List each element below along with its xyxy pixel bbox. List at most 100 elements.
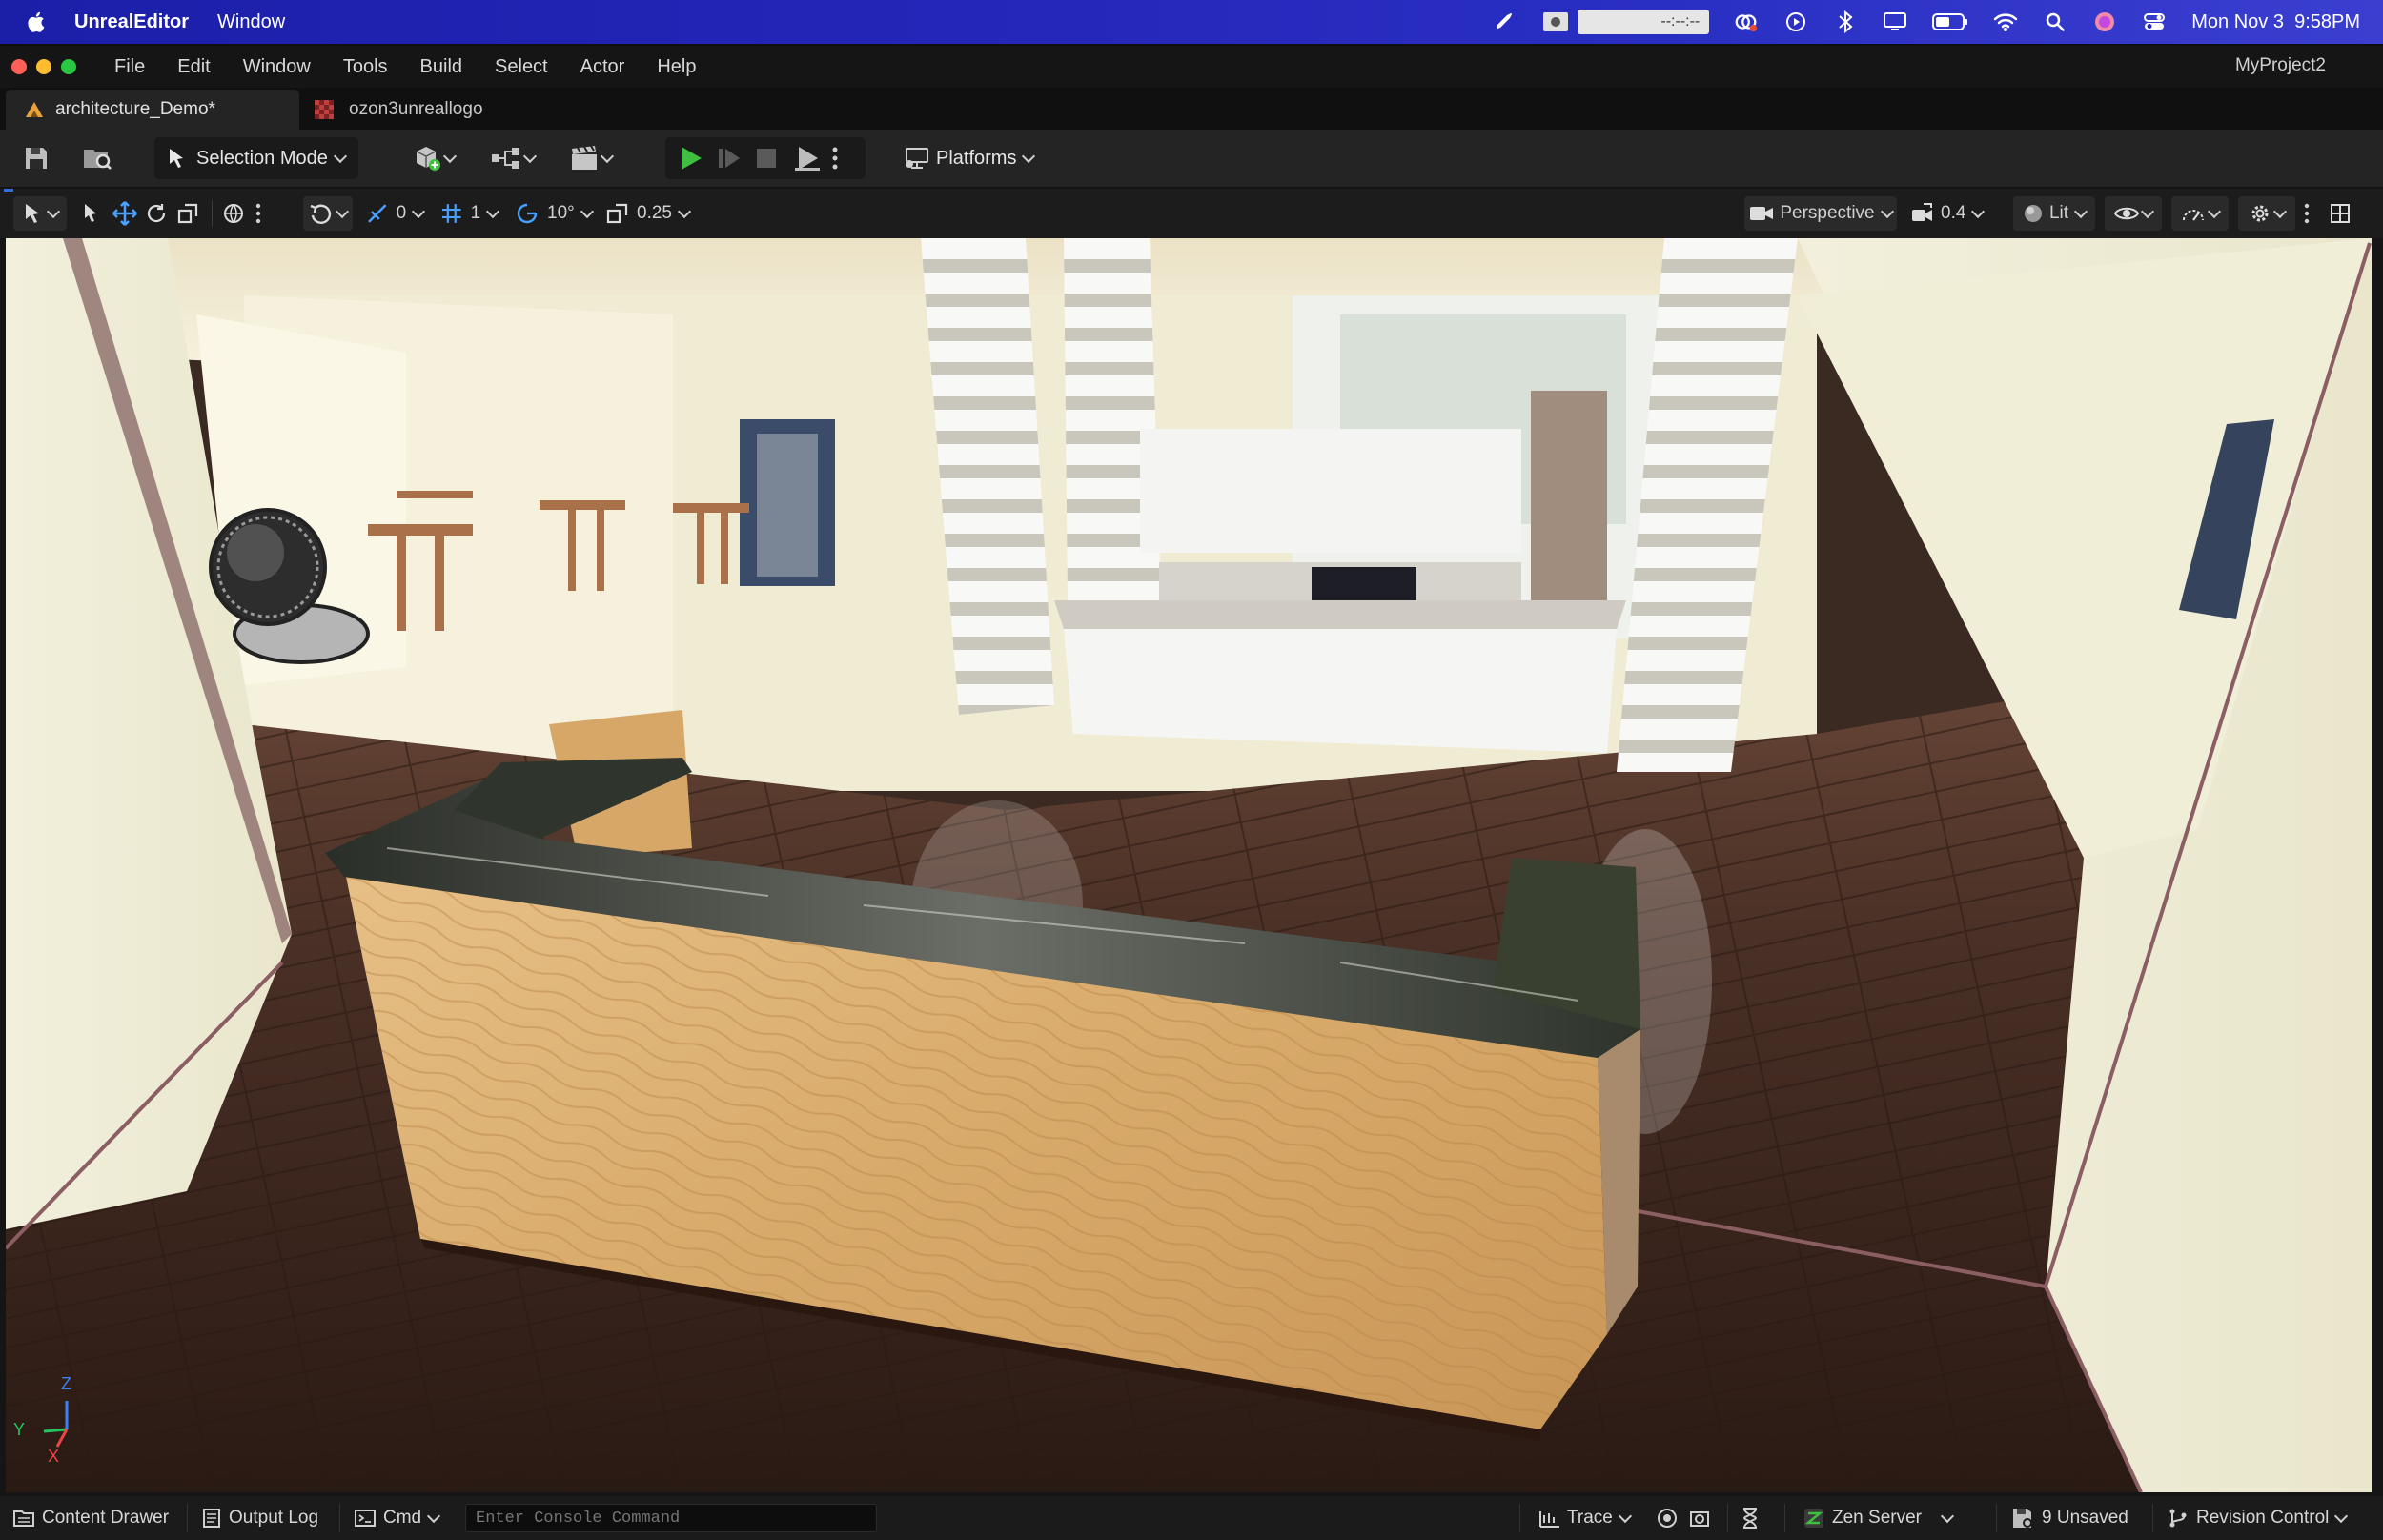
more-options-icon [2304,203,2310,224]
battery-icon[interactable] [1932,10,1968,34]
viewport-layout-button[interactable] [2326,196,2354,231]
derived-data-button[interactable] [1741,1496,1760,1540]
chevron-down-icon [442,149,458,164]
surface-snapping-dropdown[interactable] [303,196,353,231]
cinematics-button[interactable] [562,139,620,177]
console-command-input[interactable] [465,1504,877,1532]
rocket-icon[interactable] [1492,10,1517,34]
chevron-down-icon [522,149,538,164]
control-center-icon[interactable] [2142,10,2167,34]
menubar-datetime[interactable]: Mon Nov 3 9:58PM [2191,11,2360,33]
selection-mode-dropdown[interactable]: Selection Mode [154,137,358,179]
menu-window[interactable]: Window [243,56,311,78]
select-mode-button[interactable] [82,196,107,231]
tab-architecture-demo[interactable]: architecture_Demo* [6,90,299,130]
recording-timer: --:--:-- [1578,10,1710,34]
clapperboard-icon [572,145,597,170]
lighting-mode-dropdown[interactable]: Lit [2013,196,2095,231]
trace-dropdown[interactable]: Trace [1538,1496,1632,1540]
platforms-dropdown[interactable]: Platforms [896,137,1049,179]
menu-tools[interactable]: Tools [343,56,388,78]
main-toolbar: Selection Mode Platforms [0,130,2383,187]
camera-snapshot-icon [1690,1511,1709,1527]
globe-icon [224,204,243,223]
play-circle-icon[interactable] [1783,10,1808,34]
minimize-window-button[interactable] [36,59,51,74]
content-browser-button[interactable] [76,139,118,177]
menu-actor[interactable]: Actor [580,56,625,78]
save-button[interactable] [17,139,55,177]
view-mode-label: Perspective [1780,203,1875,223]
scale-mode-button[interactable] [177,196,202,231]
viewport-settings-dropdown[interactable] [2238,196,2295,231]
rotation-snap-value: 10° [547,203,575,223]
wifi-icon[interactable] [1993,10,2018,34]
play-icon[interactable] [679,145,703,172]
scale-icon [177,203,198,224]
add-actor-button[interactable] [406,139,461,177]
bluetooth-icon[interactable] [1833,10,1858,34]
view-mode-dropdown[interactable]: Perspective [1744,196,1897,231]
advance-frame-icon[interactable] [717,145,742,172]
translate-mode-button[interactable] [112,196,139,231]
show-flags-dropdown[interactable] [2105,196,2162,231]
rotation-snap-toggle[interactable]: 10° [515,196,597,231]
menu-build[interactable]: Build [420,56,462,78]
zoom-window-button[interactable] [61,59,76,74]
viewport-options-button[interactable] [2301,196,2312,231]
close-window-button[interactable] [11,59,27,74]
macos-menubar: UnrealEditor Window --:--:-- Mon Nov 3 9… [0,0,2383,44]
unsaved-changes-button[interactable]: 9 Unsaved [2011,1496,2128,1540]
spotlight-search-icon[interactable] [2043,10,2067,34]
blueprints-button[interactable] [484,139,541,177]
rotation-snap-icon [517,203,538,224]
more-options-icon [255,203,261,224]
console-command-field[interactable] [465,1496,877,1540]
tab-ozon3unreallogo[interactable]: ozon3unreallogo [307,90,555,130]
revision-control-icon [2169,1509,2187,1528]
output-log-button[interactable]: Output Log [202,1496,318,1540]
cmd-label: Cmd [383,1508,422,1528]
trace-snapshot-button[interactable] [1689,1496,1710,1540]
coordinate-system-button[interactable] [223,196,248,231]
screen-record-icon[interactable] [1541,10,1570,34]
rotate-mode-button[interactable] [145,196,170,231]
lit-sphere-icon [2024,205,2042,222]
axis-z-label: Z [61,1374,71,1393]
menu-help[interactable]: Help [657,56,696,78]
siri-icon[interactable] [2092,10,2117,34]
scale-snap-toggle[interactable]: 0.25 [606,196,694,231]
camera-speed-dropdown[interactable]: 0.4 [1910,196,1986,231]
trace-record-button[interactable] [1657,1496,1678,1540]
cmd-dropdown[interactable]: Cmd [355,1496,441,1540]
select-cursor-icon [26,204,39,223]
menu-file[interactable]: File [114,56,145,78]
revision-control-dropdown[interactable]: Revision Control [2168,1496,2349,1540]
apple-logo-icon[interactable] [27,10,48,34]
transform-more-button[interactable] [255,196,265,231]
app-name-menu[interactable]: UnrealEditor [74,11,189,33]
menu-edit[interactable]: Edit [177,56,210,78]
viewport-active-indicator [4,189,13,192]
chevron-down-icon [2207,204,2222,219]
performance-scalability-dropdown[interactable] [2171,196,2229,231]
menu-select[interactable]: Select [495,56,548,78]
trace-icon [1539,1511,1559,1528]
zen-server-dropdown[interactable]: Zen Server [1803,1496,1955,1540]
grid-snap-toggle[interactable]: 1 [440,196,500,231]
camera-speed-icon [1912,203,1932,221]
transform-tools-dropdown[interactable] [13,196,67,231]
content-drawer-button[interactable]: Content Drawer [13,1496,169,1540]
window-menu[interactable]: Window [217,11,285,33]
surface-snap-toggle[interactable]: 0 [366,196,426,231]
add-cube-icon [416,147,440,171]
stop-icon[interactable] [755,147,778,170]
more-options-icon[interactable] [831,145,839,172]
creative-cloud-icon[interactable] [1734,10,1759,34]
level-viewport[interactable]: Z Y X [6,238,2372,1492]
content-drawer-label: Content Drawer [42,1508,170,1528]
eject-possess-icon[interactable] [793,145,822,172]
rotate-icon [147,204,166,223]
display-icon[interactable] [1883,10,1907,34]
project-name: MyProject2 [2234,55,2326,75]
